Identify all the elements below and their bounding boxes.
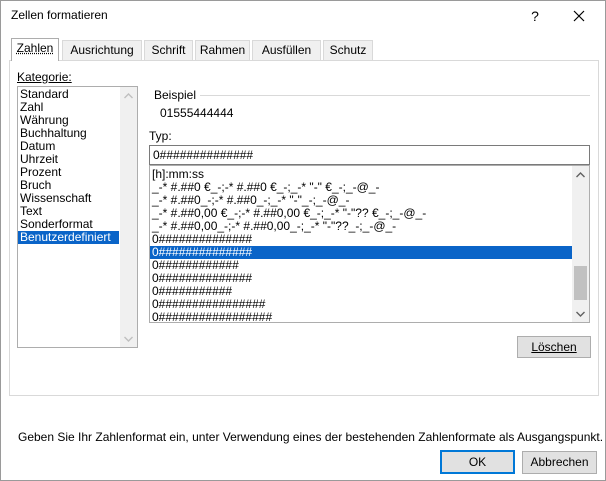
tab-ausrichtung[interactable]: Ausrichtung xyxy=(62,40,142,60)
title-bar: Zellen formatieren ? xyxy=(1,1,605,31)
tab-label: Schutz xyxy=(329,43,367,57)
tab-label: Schrift xyxy=(151,43,186,57)
scroll-thumb[interactable] xyxy=(574,266,587,300)
category-item-selected[interactable]: Benutzerdefiniert xyxy=(18,231,119,244)
chevron-up-icon xyxy=(124,93,133,99)
tab-label: Ausfüllen xyxy=(261,43,312,57)
format-cells-dialog: Zellen formatieren ? Zahlen Ausrichtung … xyxy=(0,0,606,481)
format-scrollbar[interactable] xyxy=(572,166,589,322)
scroll-down-button[interactable] xyxy=(120,330,137,347)
type-label: Typ: xyxy=(149,129,172,143)
scroll-up-button[interactable] xyxy=(120,87,137,104)
tab-label: Zahlen xyxy=(16,41,54,55)
tab-rahmen[interactable]: Rahmen xyxy=(195,40,250,60)
format-item[interactable]: 0################# xyxy=(150,311,589,323)
scroll-down-button[interactable] xyxy=(572,305,589,322)
tab-schutz[interactable]: Schutz xyxy=(323,40,373,60)
category-label: Kategorie: xyxy=(17,70,72,84)
dialog-title: Zellen formatieren xyxy=(11,8,108,22)
tab-zahlen[interactable]: Zahlen xyxy=(11,38,59,61)
chevron-down-icon xyxy=(576,311,585,317)
close-icon xyxy=(573,10,585,22)
cancel-button[interactable]: Abbrechen xyxy=(522,451,597,474)
sample-value: 01555444444 xyxy=(160,106,234,120)
cancel-button-label: Abbrechen xyxy=(530,455,589,469)
chevron-down-icon xyxy=(124,336,133,342)
type-input[interactable]: 0############## xyxy=(149,145,590,165)
tab-ausfuellen[interactable]: Ausfüllen xyxy=(252,40,321,60)
category-listbox[interactable]: Standard Zahl Währung Buchhaltung Datum … xyxy=(17,86,138,348)
description-text: Geben Sie Ihr Zahlenformat ein, unter Ve… xyxy=(18,430,604,444)
sample-label: Beispiel xyxy=(154,88,197,102)
tab-panel-zahlen: Kategorie: Standard Zahl Währung Buchhal… xyxy=(9,60,603,444)
tab-label: Ausrichtung xyxy=(70,43,134,57)
category-scrollbar[interactable] xyxy=(120,87,137,347)
question-icon: ? xyxy=(531,8,539,24)
tab-schrift[interactable]: Schrift xyxy=(144,40,193,60)
close-button[interactable] xyxy=(559,1,599,31)
tab-label: Rahmen xyxy=(199,43,246,57)
sample-group-divider xyxy=(200,95,590,96)
format-listbox[interactable]: [h]:mm:ss _-* #.##0 €_-;-* #.##0 €_-;_-*… xyxy=(149,165,590,323)
help-button[interactable]: ? xyxy=(517,1,553,31)
chevron-up-icon xyxy=(576,172,585,178)
ok-button[interactable]: OK xyxy=(440,450,515,474)
scroll-up-button[interactable] xyxy=(572,166,589,183)
delete-button-label: Löschen xyxy=(531,340,577,354)
ok-button-label: OK xyxy=(468,455,487,469)
delete-button[interactable]: Löschen xyxy=(517,336,591,358)
